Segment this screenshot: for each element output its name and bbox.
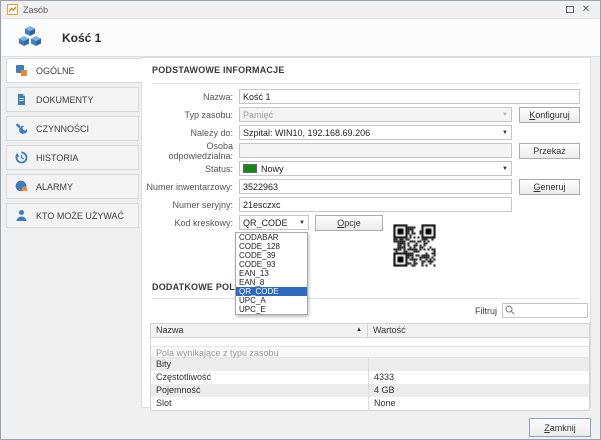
sidebar-item-label: KTO MOŻE UŻYWAĆ xyxy=(36,211,124,221)
form-row-status: Status: Nowy ▼ xyxy=(142,161,592,176)
sidebar-item-label: ALARMY xyxy=(36,182,73,192)
sidebar-item-label: HISTORIA xyxy=(36,153,78,163)
status-select[interactable]: Nowy ▼ xyxy=(239,161,512,176)
chevron-down-icon: ▼ xyxy=(299,220,305,226)
section-title-basic-info: PODSTAWOWE INFORMACJE xyxy=(152,65,285,75)
sidebar-item-czynnosci[interactable]: CZYNNOŚCI xyxy=(6,116,139,141)
typ-zasobu-label: Typ zasobu: xyxy=(142,110,239,120)
kod-kreskowy-value: QR_CODE xyxy=(243,218,288,228)
sort-ascending-icon: ▲ xyxy=(356,324,362,337)
sidebar-item-label: CZYNNOŚCI xyxy=(36,124,89,134)
dropdown-option-selected[interactable]: QR_CODE xyxy=(236,287,307,296)
form-row-numer-seryjny: Numer seryjny: xyxy=(142,197,592,212)
close-icon[interactable]: ✕ xyxy=(578,3,594,17)
divider xyxy=(152,298,580,299)
table-spacer xyxy=(151,338,589,346)
status-label: Status: xyxy=(142,164,239,174)
form-row-kod-kreskowy: Kod kreskowy: QR_CODE ▼ Opcje xyxy=(142,215,592,230)
sidebar-item-label: DOKUMENTY xyxy=(36,95,94,105)
sidebar-item-historia[interactable]: HISTORIA xyxy=(6,145,139,170)
app-chart-icon xyxy=(7,4,18,15)
additional-fields-table: Nazwa ▲ Wartość Pola wynikające z typu z… xyxy=(150,323,590,411)
section-title-additional-fields: DODATKOWE POLA xyxy=(152,282,242,292)
filter-label: Filtruj xyxy=(475,306,497,316)
nazwa-label: Nazwa: xyxy=(142,92,239,102)
typ-zasobu-value: Pamięć xyxy=(243,110,273,120)
wrench-icon xyxy=(15,122,28,135)
sidebar-item-alarmy[interactable]: ALARMY xyxy=(6,174,139,199)
history-icon xyxy=(15,151,28,164)
kod-kreskowy-select[interactable]: QR_CODE ▼ xyxy=(239,215,309,230)
table-row[interactable]: Slot None xyxy=(151,397,589,410)
nalezy-do-select[interactable]: Szpital: WIN10, 192.168.69.206 ▼ xyxy=(239,125,512,140)
table-row[interactable]: Pojemność 4 GB xyxy=(151,384,589,397)
chevron-down-icon: ▼ xyxy=(502,112,508,118)
sidebar-item-kto-moze-uzywac[interactable]: KTO MOŻE UŻYWAĆ xyxy=(6,203,139,228)
alarm-bell-icon xyxy=(15,180,28,193)
resource-window: Zasób ✕ Kość 1 OGÓL xyxy=(0,0,601,440)
sidebar-item-label: OGÓLNE xyxy=(36,66,75,76)
chevron-down-icon: ▼ xyxy=(502,166,508,172)
opcje-button[interactable]: Opcje xyxy=(315,215,383,231)
window-title: Zasób xyxy=(23,5,562,15)
form-row-nazwa: Nazwa: xyxy=(142,89,592,104)
sidebar-item-ogolne[interactable]: OGÓLNE xyxy=(6,58,143,83)
main-panel: PODSTAWOWE INFORMACJE Nazwa: Typ zasobu:… xyxy=(141,57,591,408)
nalezy-do-value: Szpital: WIN10, 192.168.69.206 xyxy=(243,128,370,138)
filter-search xyxy=(502,303,588,318)
title-bar: Zasób ✕ xyxy=(1,1,600,19)
osoba-input xyxy=(239,143,512,158)
maximize-button[interactable] xyxy=(562,3,578,17)
numer-seryjny-label: Numer seryjny: xyxy=(142,200,239,210)
page-title: Kość 1 xyxy=(62,31,101,45)
numer-inwentarzowy-input[interactable] xyxy=(239,179,512,194)
form-row-nalezy-do: Należy do: Szpital: WIN10, 192.168.69.20… xyxy=(142,125,592,140)
konfiguruj-button[interactable]: Konfiguruj xyxy=(519,107,580,123)
nalezy-do-label: Należy do: xyxy=(142,128,239,138)
dropdown-option[interactable]: CODE_93 xyxy=(236,260,307,269)
document-icon xyxy=(15,93,28,106)
dropdown-option[interactable]: UPC_A xyxy=(236,296,307,305)
table-group-row: Pola wynikające z typu zasobu xyxy=(151,346,589,358)
search-icon xyxy=(505,305,515,315)
kod-kreskowy-label: Kod kreskowy: xyxy=(142,218,239,228)
form-row-osoba: Osoba odpowiedzialna: Przekaż xyxy=(142,143,592,158)
column-header-wartosc[interactable]: Wartość xyxy=(368,324,589,337)
nazwa-input[interactable] xyxy=(239,89,580,104)
cubes-icon xyxy=(16,25,44,51)
dropdown-option[interactable]: EAN_13 xyxy=(236,269,307,278)
zamknij-button[interactable]: Zamknij xyxy=(529,418,591,437)
basic-info-form: Nazwa: Typ zasobu: Pamięć ▼ Konfiguruj N… xyxy=(142,89,592,233)
resource-header: Kość 1 xyxy=(2,19,601,57)
dropdown-option[interactable]: EAN_8 xyxy=(236,278,307,287)
sidebar-item-dokumenty[interactable]: DOKUMENTY xyxy=(6,87,139,112)
filter-row: Filtruj xyxy=(475,303,588,318)
qr-code-image xyxy=(393,224,436,267)
overlap-squares-icon xyxy=(15,64,28,77)
barcode-type-dropdown: CODABAR CODE_128 CODE_39 CODE_93 EAN_13 … xyxy=(235,232,308,315)
divider xyxy=(152,83,580,84)
column-header-nazwa[interactable]: Nazwa ▲ xyxy=(151,324,368,337)
dropdown-option[interactable]: CODE_128 xyxy=(236,242,307,251)
table-header: Nazwa ▲ Wartość xyxy=(151,324,589,338)
dropdown-option[interactable]: UPC_E xyxy=(236,305,307,314)
table-row[interactable]: Częstotliwość 4333 xyxy=(151,371,589,384)
dropdown-option[interactable]: CODABAR xyxy=(236,233,307,242)
numer-inwentarzowy-label: Numer inwentarzowy: xyxy=(142,182,239,192)
table-row[interactable]: Bity xyxy=(151,358,589,371)
sidebar: OGÓLNE DOKUMENTY CZYNNOŚCI HISTORIA xyxy=(6,58,139,232)
form-row-typ-zasobu: Typ zasobu: Pamięć ▼ Konfiguruj xyxy=(142,107,592,122)
osoba-label: Osoba odpowiedzialna: xyxy=(142,141,239,161)
numer-seryjny-input[interactable] xyxy=(239,197,512,212)
person-icon xyxy=(15,209,28,222)
generuj-button[interactable]: Generuj xyxy=(519,179,580,195)
chevron-down-icon: ▼ xyxy=(502,130,508,136)
status-color-swatch xyxy=(243,164,257,173)
typ-zasobu-select: Pamięć ▼ xyxy=(239,107,512,122)
dropdown-option[interactable]: CODE_39 xyxy=(236,251,307,260)
przekaz-button[interactable]: Przekaż xyxy=(519,143,580,159)
status-value: Nowy xyxy=(261,164,284,174)
form-row-numer-inwentarzowy: Numer inwentarzowy: Generuj xyxy=(142,179,592,194)
